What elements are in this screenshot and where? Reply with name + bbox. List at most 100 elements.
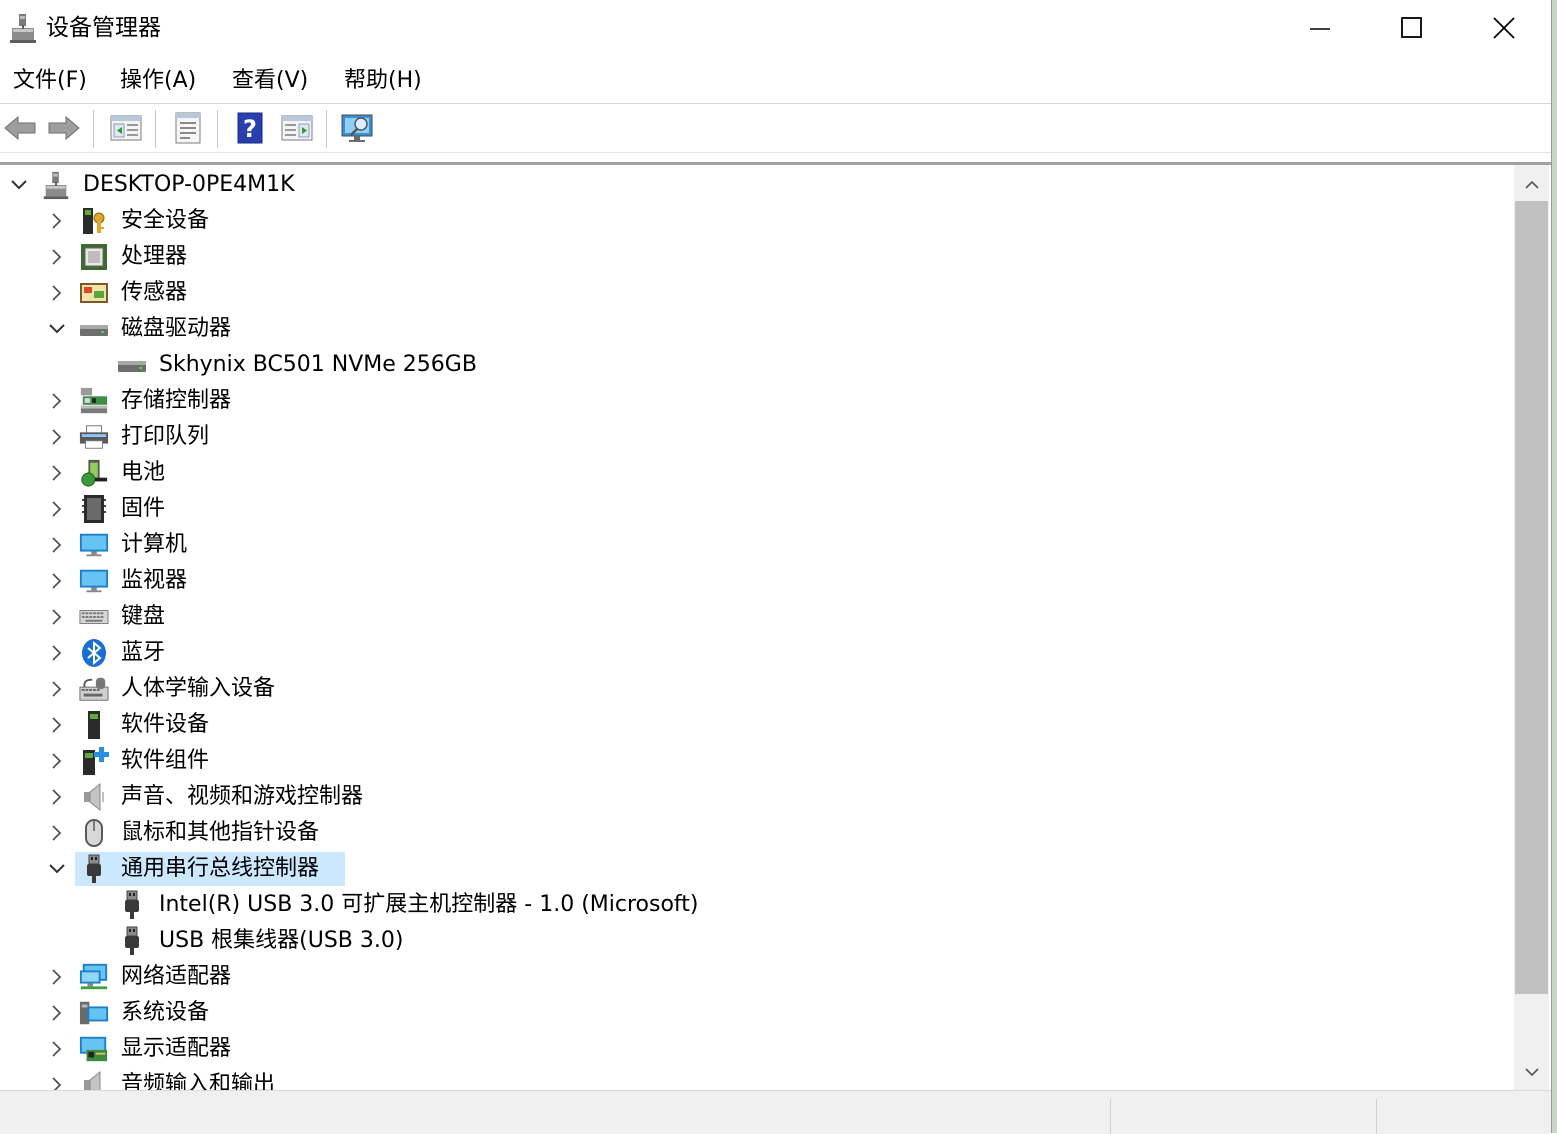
forward-button[interactable] bbox=[46, 110, 82, 146]
network-adapter-icon bbox=[79, 963, 109, 991]
processor-chip-icon bbox=[79, 243, 109, 271]
status-divider bbox=[1110, 1099, 1111, 1134]
help-button[interactable]: ? bbox=[232, 110, 268, 146]
chevron-down-icon[interactable] bbox=[45, 311, 69, 347]
device-manager-window: 设备管理器 文件(F) 操作(A) 查看(V) 帮助(H) ? DESKTOP-… bbox=[0, 0, 1552, 1134]
scan-hardware-changes-button[interactable] bbox=[340, 110, 376, 146]
tree-node-label: 通用串行总线控制器 bbox=[121, 856, 320, 881]
tree-category-row[interactable]: 安全设备 bbox=[0, 203, 1514, 239]
menu-action[interactable]: 操作(A) bbox=[118, 66, 198, 96]
chevron-right-icon[interactable] bbox=[45, 995, 69, 1031]
scrollbar-thumb[interactable] bbox=[1515, 201, 1548, 994]
chevron-right-icon[interactable] bbox=[45, 455, 69, 491]
menu-file[interactable]: 文件(F) bbox=[11, 66, 89, 96]
keyboard-icon bbox=[79, 603, 109, 631]
chevron-right-icon[interactable] bbox=[45, 815, 69, 851]
device-tree: DESKTOP-0PE4M1K 安全设备 处理器传感器磁盘驱动器 Skhynix B… bbox=[0, 165, 1514, 1090]
action-pane-icon bbox=[281, 115, 313, 141]
tree-node-label: 传感器 bbox=[121, 280, 188, 305]
audio-io-icon bbox=[79, 1070, 109, 1090]
maximize-button[interactable] bbox=[1366, 0, 1458, 56]
tree-device-row[interactable]: Skhynix BC501 NVMe 256GB bbox=[0, 347, 1514, 383]
tree-category-row[interactable]: 网络适配器 bbox=[0, 959, 1514, 995]
tree-category-row[interactable]: 软件设备 bbox=[0, 707, 1514, 743]
close-button[interactable] bbox=[1458, 0, 1550, 56]
chevron-right-icon[interactable] bbox=[45, 743, 69, 779]
usb-plug-icon bbox=[117, 926, 147, 955]
chevron-right-icon[interactable] bbox=[45, 959, 69, 995]
tree-category-row[interactable]: 固件 bbox=[0, 491, 1514, 527]
tree-category-row[interactable]: 鼠标和其他指针设备 bbox=[0, 815, 1514, 851]
chevron-right-icon[interactable] bbox=[45, 527, 69, 563]
back-button[interactable] bbox=[2, 110, 38, 146]
minimize-button[interactable] bbox=[1274, 0, 1366, 56]
maximize-icon bbox=[1401, 17, 1422, 38]
show-hide-console-tree-button[interactable] bbox=[108, 110, 144, 146]
chevron-down-icon bbox=[1524, 1068, 1539, 1077]
chevron-right-icon[interactable] bbox=[45, 491, 69, 527]
toolbar-separator bbox=[155, 110, 156, 148]
chevron-right-icon[interactable] bbox=[45, 671, 69, 707]
tree-category-row[interactable]: 蓝牙 bbox=[0, 635, 1514, 671]
tree-node-label: 音频输入和输出 bbox=[121, 1072, 276, 1090]
tree-node-label: 软件组件 bbox=[121, 748, 210, 773]
chevron-right-icon[interactable] bbox=[45, 707, 69, 743]
tree-category-row[interactable]: 人体学输入设备 bbox=[0, 671, 1514, 707]
tree-root-label: DESKTOP-0PE4M1K bbox=[83, 172, 295, 197]
tree-category-row[interactable]: 声音、视频和游戏控制器 bbox=[0, 779, 1514, 815]
tree-category-row[interactable]: 键盘 bbox=[0, 599, 1514, 635]
chevron-right-icon[interactable] bbox=[45, 779, 69, 815]
menu-help[interactable]: 帮助(H) bbox=[342, 66, 424, 96]
tree-node-label: 存储控制器 bbox=[121, 388, 232, 413]
tree-category-row[interactable]: 计算机 bbox=[0, 527, 1514, 563]
properties-button[interactable] bbox=[170, 110, 206, 146]
tree-node-label: 监视器 bbox=[121, 568, 188, 593]
tree-device-row[interactable]: Intel(R) USB 3.0 可扩展主机控制器 - 1.0 (Microso… bbox=[0, 887, 1514, 923]
tree-category-row[interactable]: 传感器 bbox=[0, 275, 1514, 311]
tree-category-row[interactable]: 软件组件 bbox=[0, 743, 1514, 779]
disk-drive-icon bbox=[117, 351, 147, 379]
tree-node-label: 磁盘驱动器 bbox=[121, 316, 232, 341]
tree-node-label: 键盘 bbox=[121, 604, 166, 629]
chevron-right-icon[interactable] bbox=[45, 383, 69, 419]
chevron-right-icon[interactable] bbox=[45, 275, 69, 311]
scroll-down-button[interactable] bbox=[1514, 1054, 1549, 1090]
status-bar bbox=[0, 1090, 1551, 1134]
tree-root-row[interactable]: DESKTOP-0PE4M1K bbox=[0, 167, 1514, 203]
tree-node-label: 网络适配器 bbox=[121, 964, 232, 989]
chevron-right-icon[interactable] bbox=[45, 1031, 69, 1067]
tree-category-row[interactable]: 系统设备 bbox=[0, 995, 1514, 1031]
scroll-up-button[interactable] bbox=[1514, 167, 1549, 203]
usb-plug-icon bbox=[79, 854, 109, 883]
battery-icon bbox=[79, 459, 109, 487]
chevron-right-icon[interactable] bbox=[45, 1067, 69, 1090]
security-key-icon bbox=[79, 207, 109, 235]
menu-view[interactable]: 查看(V) bbox=[230, 66, 310, 96]
vertical-scrollbar[interactable] bbox=[1514, 165, 1549, 1090]
tree-category-row[interactable]: 存储控制器 bbox=[0, 383, 1514, 419]
tree-category-row[interactable]: 音频输入和输出 bbox=[0, 1067, 1514, 1090]
tree-category-row[interactable]: 通用串行总线控制器 bbox=[0, 851, 1514, 887]
tree-node-label: 人体学输入设备 bbox=[121, 676, 276, 701]
tree-category-row[interactable]: 监视器 bbox=[0, 563, 1514, 599]
tree-node-label: Skhynix BC501 NVMe 256GB bbox=[159, 352, 477, 377]
tree-category-row[interactable]: 显示适配器 bbox=[0, 1031, 1514, 1067]
chevron-right-icon[interactable] bbox=[45, 239, 69, 275]
chevron-right-icon[interactable] bbox=[45, 203, 69, 239]
chevron-down-icon[interactable] bbox=[7, 167, 31, 203]
tree-category-row[interactable]: 处理器 bbox=[0, 239, 1514, 275]
show-action-pane-button[interactable] bbox=[279, 110, 315, 146]
tree-node-label: 计算机 bbox=[121, 532, 188, 557]
chevron-right-icon[interactable] bbox=[45, 563, 69, 599]
chevron-right-icon[interactable] bbox=[45, 599, 69, 635]
chevron-right-icon[interactable] bbox=[45, 419, 69, 455]
tree-device-row[interactable]: USB 根集线器(USB 3.0) bbox=[0, 923, 1514, 959]
tree-category-row[interactable]: 打印队列 bbox=[0, 419, 1514, 455]
chevron-right-icon[interactable] bbox=[45, 635, 69, 671]
chevron-down-icon[interactable] bbox=[45, 851, 69, 887]
tree-category-row[interactable]: 电池 bbox=[0, 455, 1514, 491]
tree-category-row[interactable]: 磁盘驱动器 bbox=[0, 311, 1514, 347]
device-manager-icon bbox=[10, 14, 36, 43]
hid-icon bbox=[79, 675, 109, 703]
toolbar-separator bbox=[217, 110, 218, 148]
